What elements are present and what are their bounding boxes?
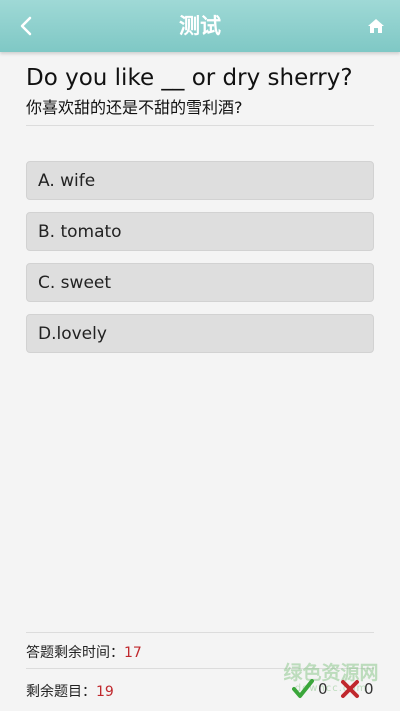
watermark: 绿色资源网 downcc.com [265,658,397,694]
time-remaining: 答题剩余时间：17 [26,642,142,662]
home-button[interactable] [364,14,388,38]
watermark-sub: downcc.com [294,683,368,694]
option-b[interactable]: B. tomato [26,212,374,251]
home-icon [368,19,384,33]
time-remaining-value: 17 [124,645,142,661]
footer-divider-top [26,632,374,633]
option-a[interactable]: A. wife [26,161,374,200]
answer-options: A. wife B. tomato C. sweet D.lovely [26,161,374,365]
watermark-text: 绿色资源网 [283,662,379,684]
questions-remaining-value: 19 [96,684,114,700]
question-divider [26,125,374,126]
wrong-score: 0 [340,679,374,699]
check-icon [292,679,314,698]
question-chinese: 你喜欢甜的还是不甜的雪利酒? [26,98,243,117]
cross-icon [341,680,359,698]
option-d[interactable]: D.lovely [26,314,374,353]
footer-divider [26,668,374,669]
wrong-count: 0 [364,680,374,698]
question-english: Do you like __ or dry sherry? [26,65,353,91]
time-remaining-label: 答题剩余时间： [26,645,124,661]
question-block: Do you like __ or dry sherry? 你喜欢甜的还是不甜的… [26,62,376,120]
page-title: 测试 [179,14,221,38]
correct-score: 0 [292,679,328,699]
option-c[interactable]: C. sweet [26,263,374,302]
correct-count: 0 [318,680,328,698]
questions-remaining-label: 剩余题目： [26,684,96,700]
app-header: 测试 [0,0,400,52]
questions-remaining: 剩余题目：19 [26,681,114,701]
